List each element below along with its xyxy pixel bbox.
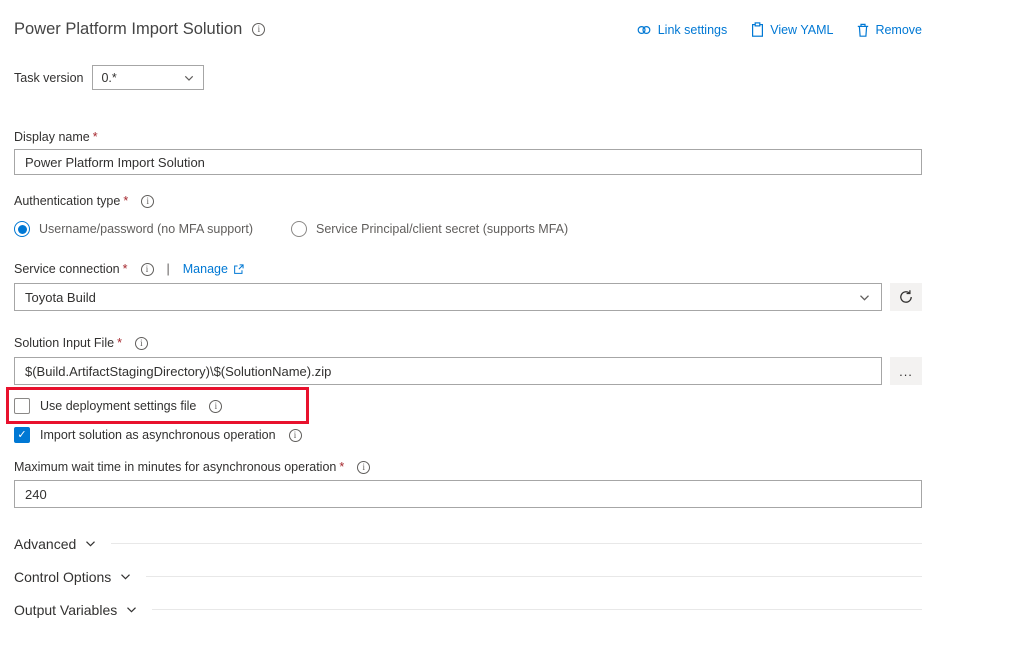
service-connection-label-row: Service connection* | Manage	[14, 262, 922, 276]
solution-input-label-row: Solution Input File*	[14, 336, 922, 350]
page-title: Power Platform Import Solution	[14, 20, 242, 39]
separator: |	[167, 262, 170, 276]
required-asterisk: *	[117, 336, 122, 350]
external-link-icon	[233, 264, 244, 275]
use-deployment-checkbox[interactable]	[14, 398, 30, 414]
clipboard-icon	[751, 22, 764, 37]
required-asterisk: *	[339, 460, 344, 474]
manage-link[interactable]: Manage	[183, 262, 244, 276]
radio-username-password-label: Username/password (no MFA support)	[39, 222, 253, 236]
title-info-icon[interactable]	[252, 23, 265, 36]
section-advanced-label: Advanced	[14, 536, 76, 552]
auth-type-options: Username/password (no MFA support) Servi…	[14, 221, 922, 237]
display-name-label: Display name	[14, 130, 90, 144]
section-advanced-toggle[interactable]: Advanced	[14, 536, 97, 552]
section-control-options-toggle[interactable]: Control Options	[14, 569, 132, 585]
task-config-panel: Power Platform Import Solution Link sett…	[14, 0, 922, 620]
max-wait-info-icon[interactable]	[357, 461, 370, 474]
max-wait-label: Maximum wait time in minutes for asynchr…	[14, 460, 336, 474]
service-connection-label: Service connection	[14, 262, 120, 276]
required-asterisk: *	[93, 130, 98, 144]
task-version-value: 0.*	[101, 71, 116, 85]
divider	[146, 576, 922, 577]
use-deployment-settings-row: Use deployment settings file	[14, 398, 922, 414]
import-async-row: Import solution as asynchronous operatio…	[14, 427, 922, 443]
import-async-label: Import solution as asynchronous operatio…	[40, 428, 276, 442]
section-output-variables: Output Variables	[14, 599, 922, 620]
radio-selected-icon	[14, 221, 30, 237]
solution-input-field[interactable]	[14, 357, 882, 385]
radio-service-principal[interactable]: Service Principal/client secret (support…	[291, 221, 568, 237]
chevron-down-icon	[119, 570, 132, 583]
section-output-variables-label: Output Variables	[14, 602, 117, 618]
display-name-input[interactable]	[14, 149, 922, 175]
solution-input-info-icon[interactable]	[135, 337, 148, 350]
display-name-label-row: Display name*	[14, 130, 922, 144]
section-advanced: Advanced	[14, 533, 922, 554]
chevron-down-icon	[858, 291, 871, 304]
service-connection-row: Toyota Build	[14, 283, 922, 311]
radio-username-password[interactable]: Username/password (no MFA support)	[14, 221, 253, 237]
header-actions: Link settings View YAML Remove	[612, 22, 922, 37]
task-version-row: Task version 0.*	[14, 65, 922, 90]
link-icon	[636, 23, 652, 37]
use-deployment-label: Use deployment settings file	[40, 399, 196, 413]
service-connection-select[interactable]: Toyota Build	[14, 283, 882, 311]
import-async-checkbox[interactable]	[14, 427, 30, 443]
use-deployment-info-icon[interactable]	[209, 400, 222, 413]
trash-icon	[857, 23, 869, 37]
section-control-options: Control Options	[14, 566, 922, 587]
required-asterisk: *	[123, 262, 128, 276]
remove-label: Remove	[875, 23, 922, 37]
view-yaml-label: View YAML	[770, 23, 833, 37]
view-yaml-button[interactable]: View YAML	[751, 22, 833, 37]
link-settings-label: Link settings	[658, 23, 727, 37]
auth-type-label: Authentication type	[14, 194, 120, 208]
solution-input-label: Solution Input File	[14, 336, 114, 350]
task-version-select[interactable]: 0.*	[92, 65, 204, 90]
radio-unselected-icon	[291, 221, 307, 237]
radio-service-principal-label: Service Principal/client secret (support…	[316, 222, 568, 236]
browse-button[interactable]: ...	[890, 357, 922, 385]
auth-type-label-row: Authentication type*	[14, 194, 922, 208]
chevron-down-icon	[125, 603, 138, 616]
service-connection-value: Toyota Build	[25, 290, 96, 305]
max-wait-label-row: Maximum wait time in minutes for asynchr…	[14, 460, 922, 474]
link-settings-button[interactable]: Link settings	[636, 23, 727, 37]
divider	[152, 609, 922, 610]
section-output-variables-toggle[interactable]: Output Variables	[14, 602, 138, 618]
remove-button[interactable]: Remove	[857, 23, 922, 37]
manage-link-label: Manage	[183, 262, 228, 276]
refresh-button[interactable]	[890, 283, 922, 311]
chevron-down-icon	[84, 537, 97, 550]
required-asterisk: *	[123, 194, 128, 208]
section-control-options-label: Control Options	[14, 569, 111, 585]
import-async-info-icon[interactable]	[289, 429, 302, 442]
service-connection-info-icon[interactable]	[141, 263, 154, 276]
chevron-down-icon	[183, 72, 195, 84]
solution-input-row: ...	[14, 357, 922, 385]
header: Power Platform Import Solution Link sett…	[14, 20, 922, 39]
auth-type-info-icon[interactable]	[141, 195, 154, 208]
task-version-label: Task version	[14, 71, 83, 85]
divider	[111, 543, 922, 544]
refresh-icon	[898, 289, 914, 305]
max-wait-input[interactable]	[14, 480, 922, 508]
